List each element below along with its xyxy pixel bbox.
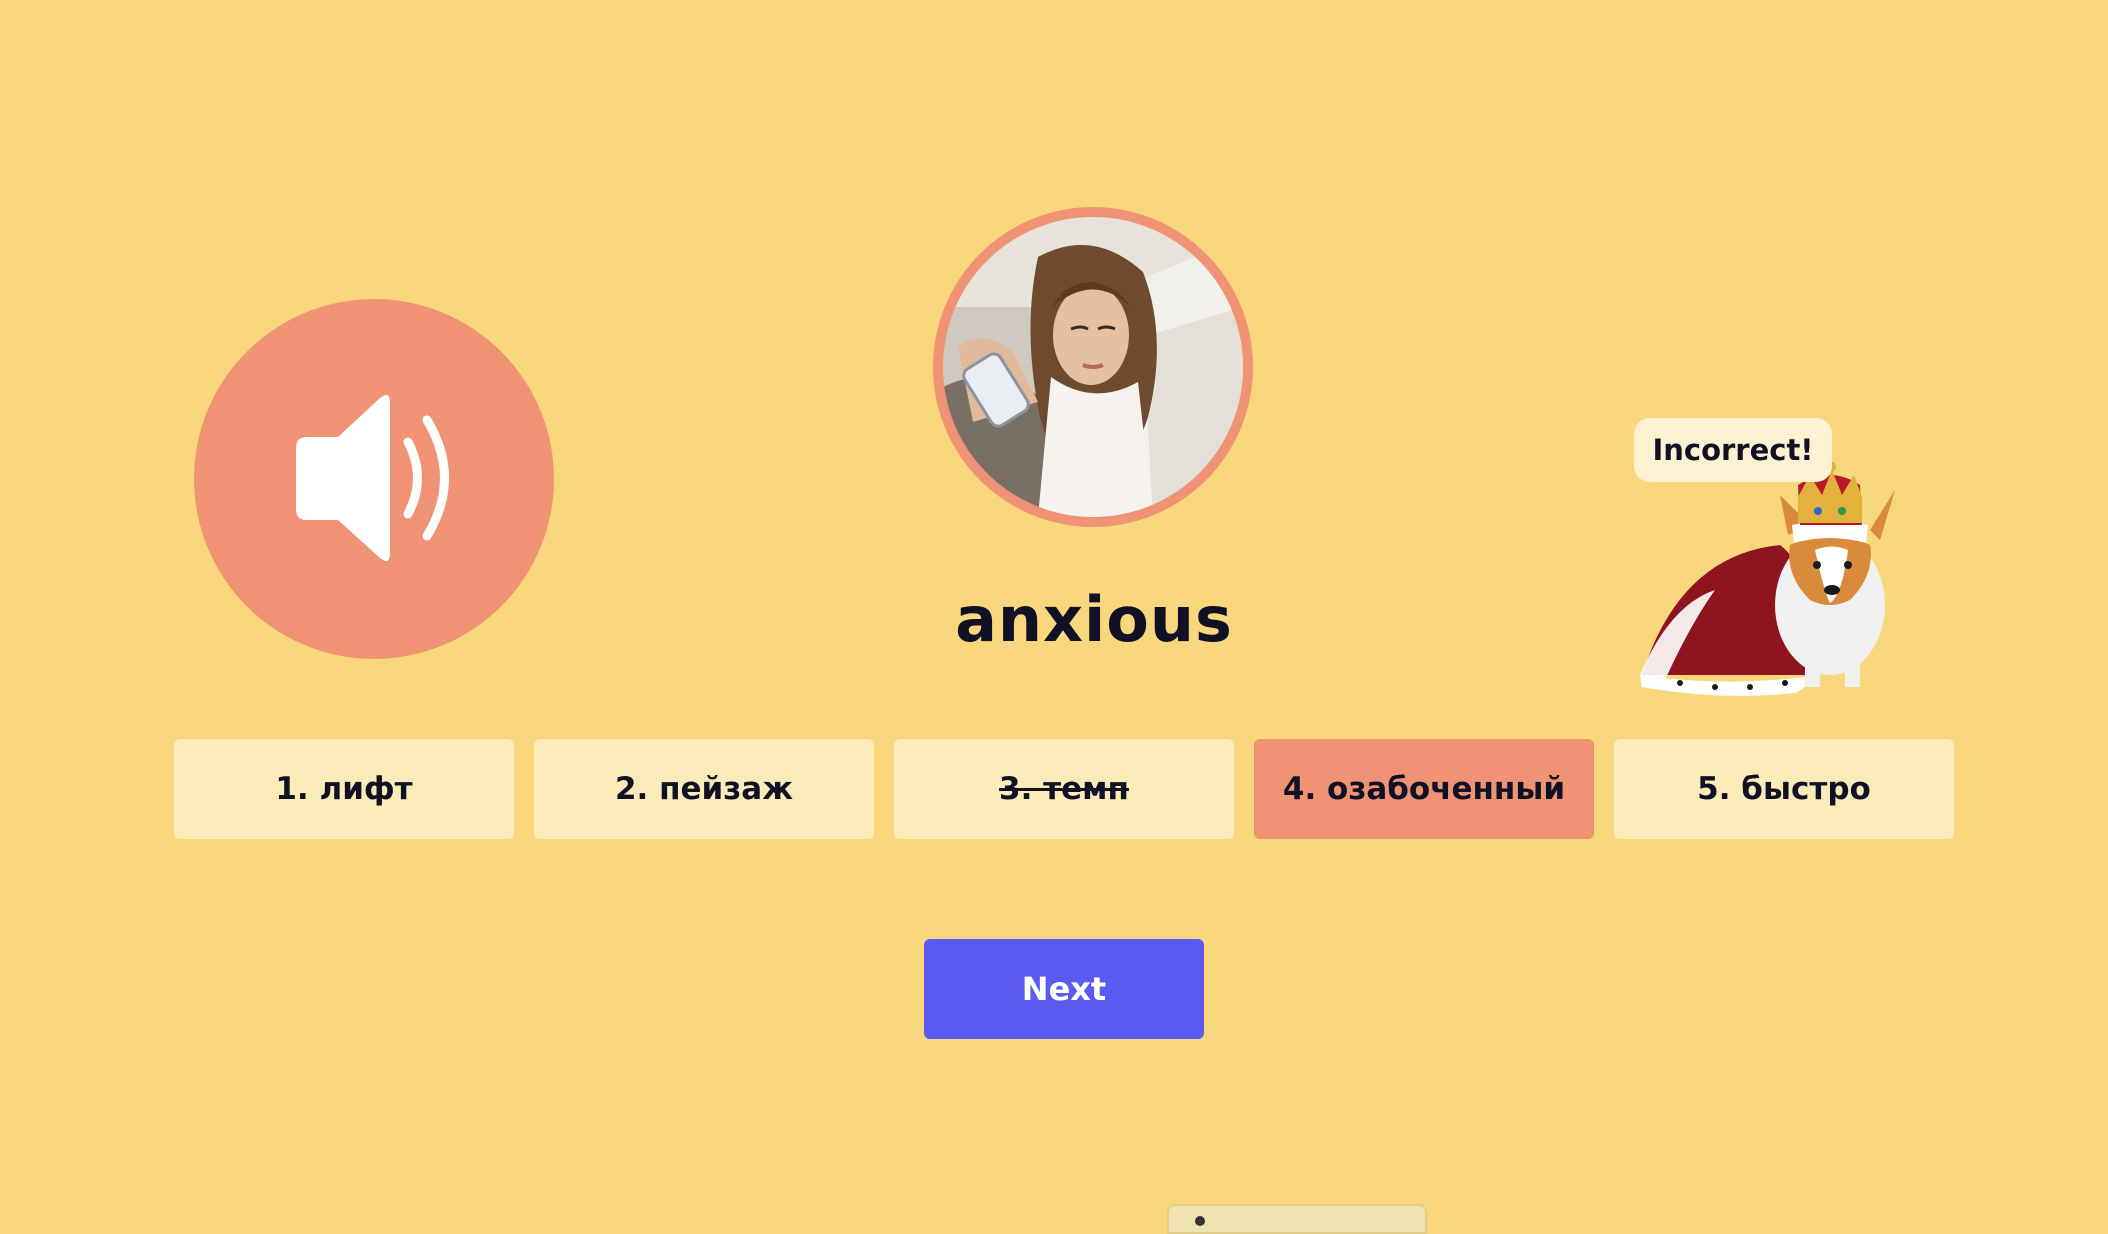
woman-with-phone-image	[943, 217, 1243, 517]
answer-option-2[interactable]: 2. пейзаж	[534, 739, 874, 839]
word-illustration	[933, 207, 1253, 527]
play-audio-button[interactable]	[194, 299, 554, 659]
speaker-icon	[296, 394, 449, 562]
next-button[interactable]: Next	[924, 939, 1204, 1039]
answer-option-label: 5. быстро	[1697, 771, 1871, 807]
answer-option-label: 4. озабоченный	[1282, 771, 1566, 807]
answer-option-1[interactable]: 1. лифт	[174, 739, 514, 839]
bottom-drawer-tab[interactable]	[1167, 1204, 1427, 1234]
target-word: anxious	[955, 583, 1233, 656]
answer-option-label: 3. темп	[999, 771, 1129, 807]
answer-option-4[interactable]: 4. озабоченный	[1254, 739, 1594, 839]
answer-options: 1. лифт 2. пейзаж 3. темп 4. озабоченный…	[174, 739, 1954, 839]
drawer-indicator-icon	[1195, 1216, 1205, 1226]
answer-option-3[interactable]: 3. темп	[894, 739, 1234, 839]
answer-option-label: 2. пейзаж	[614, 771, 794, 807]
answer-option-5[interactable]: 5. быстро	[1614, 739, 1954, 839]
feedback-bubble: Incorrect!	[1634, 418, 1832, 482]
answer-option-label: 1. лифт	[275, 771, 413, 807]
